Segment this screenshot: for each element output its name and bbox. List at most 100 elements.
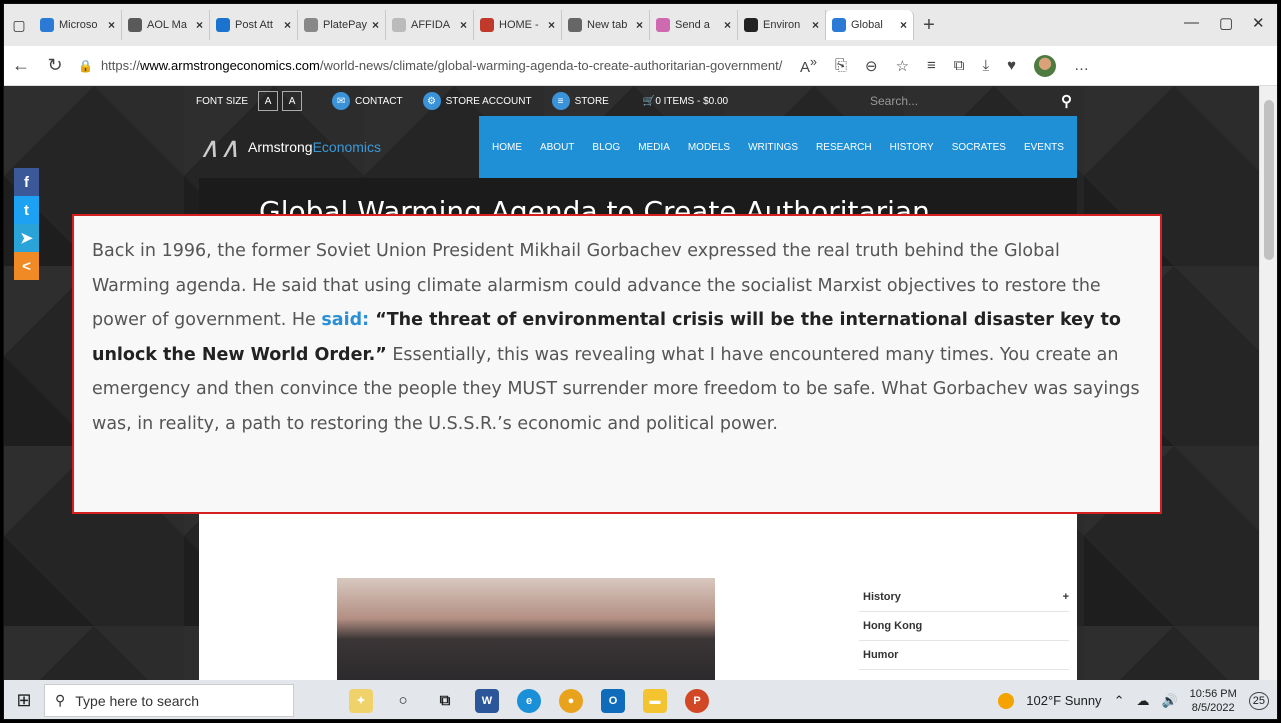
tab-label: Post Att	[235, 19, 273, 31]
zoom-icon[interactable]: ⊖	[865, 57, 878, 75]
nav-item-history[interactable]: HISTORY	[890, 142, 934, 153]
social-share-bar: f t ➤ <	[14, 168, 39, 280]
gear-icon: ⚙	[422, 92, 441, 110]
contact-link[interactable]: ✉ CONTACT	[332, 92, 403, 110]
close-tab-icon[interactable]: ×	[724, 18, 731, 32]
nav-item-models[interactable]: MODELS	[688, 142, 730, 153]
nav-item-blog[interactable]: BLOG	[592, 142, 620, 153]
favorites-list-icon[interactable]: ≡	[927, 57, 936, 74]
browser-tab[interactable]: Global ×	[826, 10, 914, 40]
address-bar: ← ↻ 🔒 https://www.armstrongeconomics.com…	[4, 46, 1277, 86]
url-field[interactable]: 🔒 https://www.armstrongeconomics.com/wor…	[72, 58, 792, 73]
tab-list: Microso × AOL Ma × Post Att × PlatePay × AFFIDA ×…	[34, 10, 914, 40]
article-photo	[337, 578, 715, 680]
tray-overflow-icon[interactable]: ⌃	[1114, 693, 1125, 709]
close-tab-icon[interactable]: ×	[460, 18, 467, 32]
font-decrease-button[interactable]: A	[258, 91, 279, 111]
powerpoint-icon[interactable]: P	[685, 688, 709, 713]
system-tray: 102°F Sunny ⌃ ☁ 🔊 10:56 PM 8/5/2022 25	[998, 680, 1269, 719]
weather-label[interactable]: 102°F Sunny	[1026, 693, 1101, 708]
minimize-button[interactable]: —	[1184, 14, 1199, 31]
task-view-icon[interactable]: ⧉	[433, 689, 457, 713]
read-aloud-icon[interactable]: A»	[800, 55, 817, 76]
store-label: STORE	[574, 95, 609, 107]
start-button[interactable]: ⊞	[4, 690, 44, 711]
site-search-input[interactable]: Search...	[870, 94, 918, 108]
browser-tab[interactable]: PlatePay ×	[298, 10, 386, 40]
search-icon[interactable]: ⚲	[1061, 92, 1072, 110]
browser-tab[interactable]: Post Att ×	[210, 10, 298, 40]
collections-icon[interactable]: ⧉	[954, 57, 965, 74]
share-icon[interactable]: <	[14, 252, 39, 280]
nav-item-socrates[interactable]: SOCRATES	[952, 142, 1006, 153]
nav-item-research[interactable]: RESEARCH	[816, 142, 872, 153]
scrollbar-thumb[interactable]	[1264, 100, 1274, 260]
back-button[interactable]: ←	[4, 55, 38, 76]
cortana-icon[interactable]: ○	[391, 689, 415, 713]
logo-mark-icon: ∧∧	[199, 131, 240, 163]
notification-count-badge[interactable]: 25	[1248, 691, 1269, 710]
outlook-icon[interactable]: O	[601, 688, 625, 713]
new-tab-button[interactable]: +	[914, 14, 944, 37]
more-options-icon[interactable]: …	[1074, 57, 1089, 74]
nav-item-writings[interactable]: WRITINGS	[748, 142, 798, 153]
nav-item-media[interactable]: MEDIA	[638, 142, 670, 153]
store-account-link[interactable]: ⚙ STORE ACCOUNT	[422, 92, 532, 110]
browser-tab[interactable]: New tab ×	[562, 10, 650, 40]
page-scrollbar[interactable]	[1259, 86, 1277, 680]
file-explorer-icon[interactable]: ▬	[643, 688, 667, 713]
immersive-reader-icon[interactable]: ⎘	[835, 57, 847, 74]
close-tab-icon[interactable]: ×	[812, 18, 819, 32]
word-icon[interactable]: W	[475, 688, 499, 713]
site-search[interactable]: Search... ⚲	[866, 90, 1076, 112]
expand-icon[interactable]: +	[1063, 591, 1069, 603]
telegram-icon[interactable]: ➤	[14, 224, 39, 252]
close-tab-icon[interactable]: ×	[636, 18, 643, 32]
close-tab-icon[interactable]: ×	[108, 18, 115, 32]
sidebar-item-history[interactable]: History +	[859, 583, 1069, 612]
browser-tab[interactable]: Environ ×	[738, 10, 826, 40]
sidebar-item-hong-kong[interactable]: Hong Kong	[859, 612, 1069, 641]
browser-tab[interactable]: AFFIDA ×	[386, 10, 474, 40]
home-site-icon	[480, 18, 494, 32]
downloads-icon[interactable]: ⤓	[983, 57, 990, 74]
taskbar-search[interactable]: ⚲ Type here to search	[44, 684, 294, 717]
nav-item-events[interactable]: EVENTS	[1024, 142, 1064, 153]
profile-avatar[interactable]	[1034, 54, 1057, 77]
close-window-button[interactable]: ✕	[1252, 14, 1265, 32]
site-logo[interactable]: ∧∧ ArmstrongEconomics	[199, 116, 479, 178]
facebook-icon[interactable]: f	[14, 168, 39, 196]
favorite-icon[interactable]: ☆	[896, 57, 909, 75]
volume-icon[interactable]: 🔊	[1161, 693, 1177, 709]
store-link[interactable]: ≡ STORE	[551, 92, 609, 110]
font-increase-button[interactable]: A	[282, 91, 303, 111]
maximize-button[interactable]: ▢	[1219, 14, 1233, 32]
close-tab-icon[interactable]: ×	[372, 18, 379, 32]
extension-icon[interactable]: ♥	[1007, 57, 1016, 74]
edge-icon[interactable]: e	[517, 688, 541, 713]
outlook-icon	[216, 18, 230, 32]
browser-tab[interactable]: AOL Ma ×	[122, 10, 210, 40]
browser-tab[interactable]: HOME - ×	[474, 10, 562, 40]
chrome-icon[interactable]: ●	[559, 688, 583, 713]
tab-actions-icon[interactable]: ▢	[4, 17, 34, 34]
clock[interactable]: 10:56 PM 8/5/2022	[1190, 687, 1237, 715]
said-link[interactable]: said:	[321, 310, 369, 330]
network-icon[interactable]: ☁	[1136, 693, 1149, 709]
close-tab-icon[interactable]: ×	[548, 18, 555, 32]
taskbar-search-input[interactable]: Type here to search	[75, 693, 199, 709]
refresh-button[interactable]: ↻	[38, 55, 72, 76]
close-tab-icon[interactable]: ×	[900, 18, 907, 32]
clock-time: 10:56 PM	[1189, 687, 1237, 700]
nav-item-about[interactable]: ABOUT	[540, 142, 574, 153]
close-tab-icon[interactable]: ×	[196, 18, 203, 32]
close-tab-icon[interactable]: ×	[284, 18, 291, 32]
twitter-icon[interactable]: t	[14, 196, 39, 224]
cart-link[interactable]: 🛒 0 ITEMS - $0.00	[643, 96, 728, 107]
sidebar-item-humor[interactable]: Humor	[859, 641, 1069, 670]
browser-tab[interactable]: Microso ×	[34, 10, 122, 40]
nav-item-home[interactable]: HOME	[492, 142, 522, 153]
browser-tab[interactable]: Send a ×	[650, 10, 738, 40]
search-highlight-icon[interactable]: ✦	[349, 688, 373, 713]
tab-label: PlatePay	[323, 19, 368, 31]
